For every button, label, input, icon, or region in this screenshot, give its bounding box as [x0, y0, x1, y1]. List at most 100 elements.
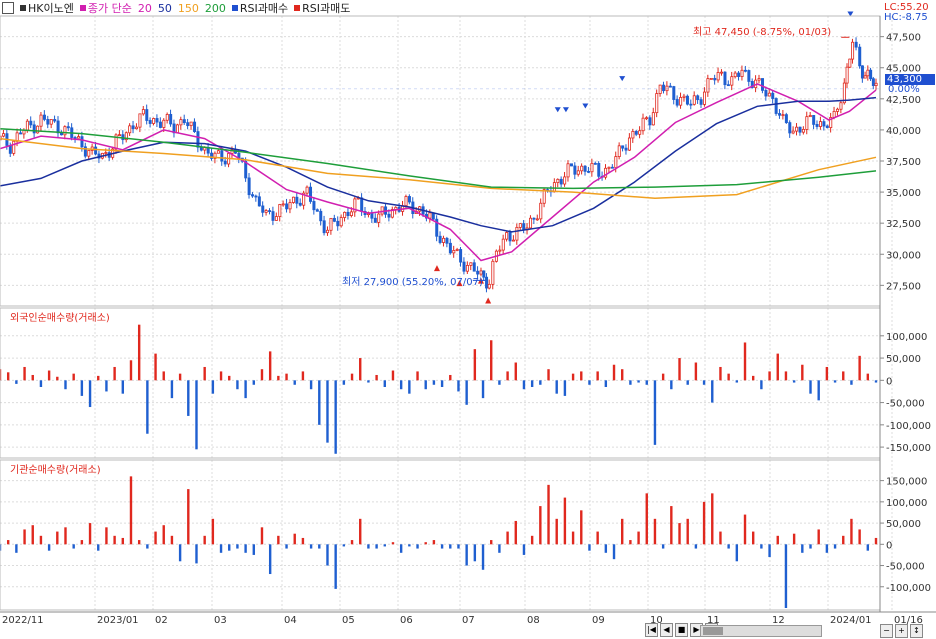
- candle-body: [720, 71, 724, 74]
- candle-body: [295, 196, 299, 204]
- candle-body: [373, 217, 377, 223]
- candle-body: [583, 165, 587, 172]
- volume-bar: [514, 362, 517, 381]
- candle-body: [438, 235, 442, 243]
- candle-body: [672, 86, 676, 100]
- candle-body: [634, 131, 638, 135]
- volume-bar: [661, 544, 665, 549]
- time-label: 2022/11: [2, 615, 44, 626]
- rsi-overbought-marker: [619, 76, 626, 82]
- volume-bar: [399, 380, 403, 390]
- candle-body: [617, 145, 621, 157]
- candle-body: [278, 204, 282, 217]
- volume-bar: [833, 380, 837, 383]
- volume-bar: [621, 369, 624, 381]
- candle-body: [587, 170, 591, 173]
- scrollbar-thumb[interactable]: [703, 627, 723, 635]
- candle-body: [281, 203, 285, 206]
- candle-body: [778, 113, 782, 116]
- candle-body: [77, 136, 81, 139]
- candle-body: [764, 89, 768, 97]
- volume-bar: [383, 380, 386, 387]
- volume-bar: [326, 380, 329, 443]
- volume-bar: [555, 380, 558, 394]
- ma50-line: [0, 96, 877, 233]
- volume-bar: [612, 544, 616, 560]
- candle-body: [179, 119, 183, 126]
- scroll-first-button[interactable]: |◀: [645, 623, 658, 637]
- volume-bar: [113, 535, 116, 545]
- volume-bar: [784, 544, 788, 608]
- candle-body: [836, 108, 840, 112]
- volume-bar: [129, 476, 133, 545]
- volume-bar: [547, 484, 550, 545]
- volume-bar: [113, 366, 116, 381]
- candle-body: [757, 78, 761, 81]
- volume-bar: [342, 380, 346, 385]
- volume-bar: [711, 493, 714, 545]
- volume-bar: [645, 380, 648, 385]
- stop-button[interactable]: ■: [675, 623, 688, 637]
- volume-bar: [629, 380, 632, 385]
- candle-body: [36, 125, 40, 134]
- volume-bar: [178, 373, 182, 381]
- high-annotation: 최고 47,450 (-8.75%, 01/03): [693, 27, 832, 38]
- volume-bar: [424, 542, 427, 545]
- candle-body: [220, 150, 224, 162]
- candle-body: [445, 237, 449, 244]
- time-label: 02: [155, 615, 168, 626]
- candle-body: [336, 220, 340, 227]
- scroll-left-button[interactable]: ◀: [660, 623, 673, 637]
- candle-body: [655, 93, 659, 114]
- candle-body: [268, 210, 272, 212]
- candle-body: [556, 178, 560, 184]
- volume-bar: [154, 531, 157, 545]
- candle-body: [288, 202, 292, 210]
- volume-bar: [612, 364, 616, 381]
- price-panel: [0, 11, 880, 304]
- volume-bar: [588, 380, 591, 385]
- candle-body: [730, 76, 734, 86]
- candle-body: [668, 85, 672, 88]
- volume-bar: [792, 533, 796, 545]
- volume-bar: [547, 369, 550, 381]
- volume-bar: [88, 523, 92, 545]
- candle-body: [874, 82, 878, 86]
- candle-body: [186, 122, 190, 127]
- time-label: 05: [342, 615, 355, 626]
- volume-bar: [596, 371, 599, 381]
- volume-tick-label: -100,000: [886, 421, 931, 432]
- candle-body: [326, 229, 330, 234]
- candle-body: [135, 126, 139, 130]
- volume-bar: [457, 380, 460, 392]
- candle-body: [839, 102, 843, 110]
- candle-body: [491, 260, 495, 285]
- volume-bar: [367, 544, 370, 549]
- zoom-fit-button[interactable]: ↕: [910, 624, 923, 638]
- volume-bar: [743, 514, 747, 545]
- candle-body: [808, 115, 812, 118]
- candle-body: [312, 201, 316, 211]
- volume-bar: [522, 380, 526, 390]
- volume-bar: [825, 366, 829, 381]
- rsi-overbought-marker: [554, 107, 561, 113]
- candle-body: [158, 121, 162, 128]
- candle-body: [485, 276, 489, 289]
- time-scrollbar[interactable]: [700, 625, 822, 637]
- zoom-out-button[interactable]: −: [880, 624, 893, 638]
- candle-body: [703, 91, 707, 105]
- candle-body: [747, 70, 751, 82]
- candle-body: [193, 121, 197, 132]
- candle-body: [309, 186, 313, 202]
- zoom-in-button[interactable]: +: [895, 624, 908, 638]
- rsi-oversold-marker: [433, 265, 440, 272]
- volume-bar: [146, 544, 149, 549]
- candle-body: [360, 197, 364, 212]
- volume-bar: [661, 373, 665, 381]
- volume-bar: [170, 380, 174, 399]
- candle-body: [428, 212, 432, 219]
- ma150-line: [0, 137, 877, 200]
- candle-body: [53, 119, 57, 122]
- candle-body: [539, 202, 543, 220]
- volume-bar: [187, 489, 190, 545]
